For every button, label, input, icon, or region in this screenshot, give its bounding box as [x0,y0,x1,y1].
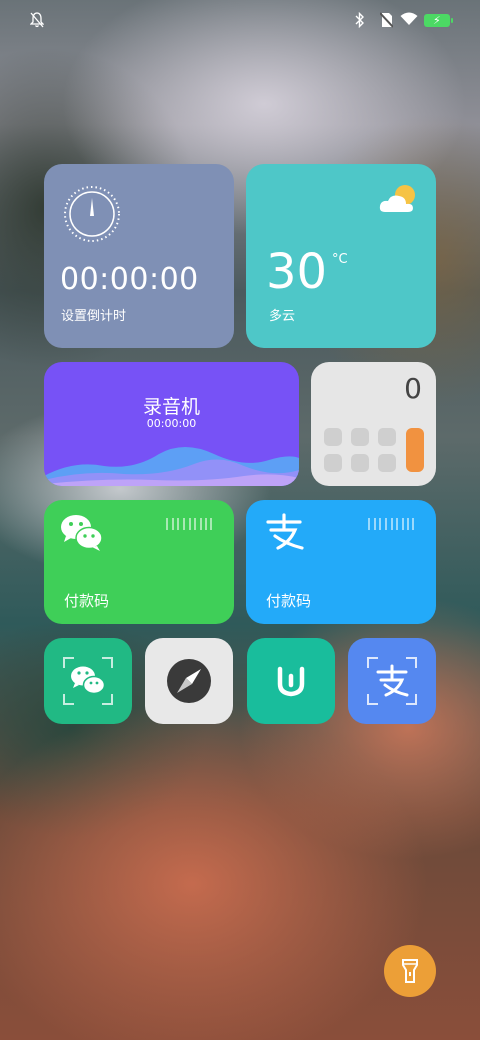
weather-temperature: 30 [266,244,328,300]
wechat-pay-code-widget[interactable]: 付款码 [44,500,234,624]
weather-condition: 多云 [269,309,296,324]
no-sim-icon [380,12,393,28]
calculator-widget[interactable]: 0 [311,362,436,486]
wifi-icon [400,12,418,25]
alipay-pay-code-widget[interactable]: 付款码 [246,500,436,624]
bluetooth-icon [355,12,364,28]
alipay-pay-label: 付款码 [266,592,312,610]
wechat-icon [61,515,103,551]
calculator-key [351,428,369,446]
calculator-key [324,428,342,446]
partly-cloudy-icon [379,185,415,212]
timer-dial-icon [64,186,120,242]
voice-recorder-widget[interactable]: 录音机 00:00:00 [44,362,299,486]
barcode-icon [166,518,212,530]
alipay-scan-app[interactable] [348,638,436,724]
calculator-key [324,454,342,472]
alipay-icon [266,513,304,550]
calculator-key [351,454,369,472]
recorder-time: 00:00:00 [146,417,197,430]
status-bar: ⚡ [0,0,480,42]
alipay-scan-icon [367,657,417,705]
calculator-key [378,428,396,446]
calculator-equals-key [406,428,424,472]
timer-time: 00:00:00 [60,262,199,297]
timer-label: 设置倒计时 [61,309,127,324]
barcode-icon [368,518,414,530]
wechat-scan-app[interactable] [44,638,132,724]
calculator-key [378,454,396,472]
compass-icon [167,659,211,703]
wechat-scan-icon [63,657,113,705]
mi-home-app[interactable] [247,638,335,724]
weather-widget[interactable]: 30 °C 多云 [246,164,436,348]
flashlight-icon [402,959,418,983]
bell-muted-icon [30,12,44,28]
countdown-timer-widget[interactable]: 00:00:00 设置倒计时 [44,164,234,348]
battery-charging-icon: ⚡ [424,14,453,27]
compass-app[interactable] [145,638,233,724]
calculator-display: 0 [404,372,422,405]
mi-home-icon [277,666,305,697]
flashlight-button[interactable] [384,945,436,997]
weather-unit: °C [332,252,348,267]
sound-wave-icon [44,447,299,486]
wechat-pay-label: 付款码 [64,592,110,610]
recorder-title: 录音机 [142,396,200,418]
